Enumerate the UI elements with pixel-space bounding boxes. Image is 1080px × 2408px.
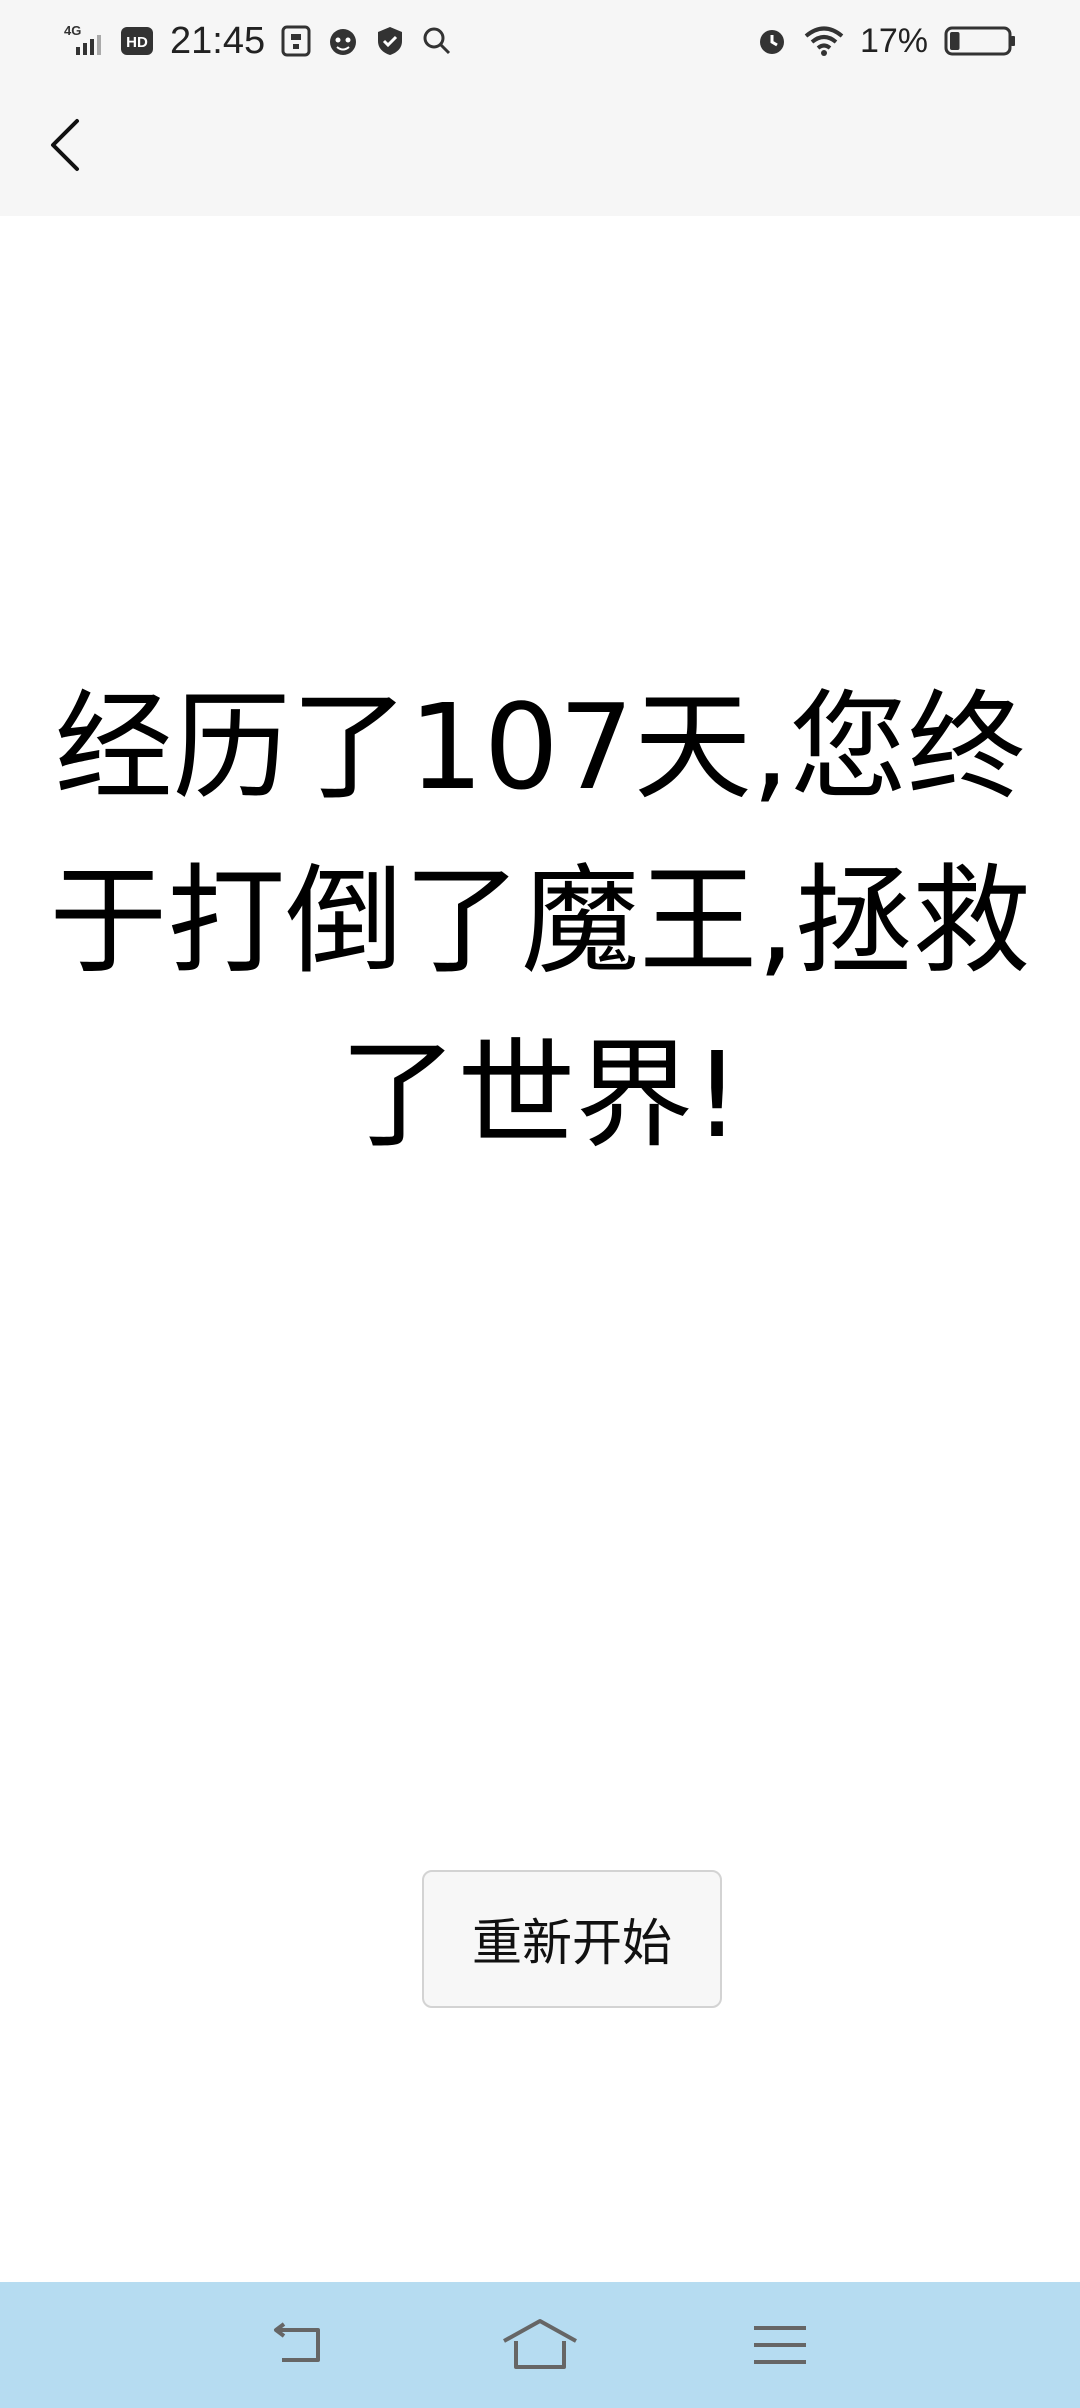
status-bar-left: 4G HD 21:45 (64, 20, 453, 63)
hd-label: HD (126, 34, 148, 51)
signal-icon: 4G (64, 23, 104, 59)
back-nav-icon (274, 2322, 320, 2362)
chevron-left-icon (51, 119, 79, 171)
status-bar: 4G HD 21:45 17% (0, 0, 1080, 82)
face-icon (327, 25, 359, 57)
shield-icon (375, 25, 405, 57)
nav-menu-button[interactable] (725, 2300, 835, 2390)
hd-icon: HD (120, 26, 154, 56)
status-bar-right: 17% (756, 22, 1016, 61)
back-button[interactable] (30, 110, 100, 180)
search-icon (421, 25, 453, 57)
battery-percent: 17% (859, 21, 928, 60)
clock: 21:45 (170, 19, 266, 62)
home-icon (503, 2319, 577, 2369)
battery-icon (944, 25, 1016, 57)
sim-icon (281, 25, 311, 57)
menu-icon (754, 2326, 806, 2364)
ending-message: 经历了107天,您终于打倒了魔王,拯救了世界! (49, 678, 1031, 1164)
network-label: 4G (64, 23, 81, 38)
nav-back-button[interactable] (245, 2300, 355, 2390)
toolbar (0, 82, 1080, 216)
restart-button[interactable]: 重新开始 (422, 1870, 722, 2008)
alarm-icon (756, 25, 788, 57)
navigation-bar (0, 2282, 1080, 2408)
nav-home-button[interactable] (485, 2300, 595, 2390)
wifi-icon (804, 25, 844, 57)
